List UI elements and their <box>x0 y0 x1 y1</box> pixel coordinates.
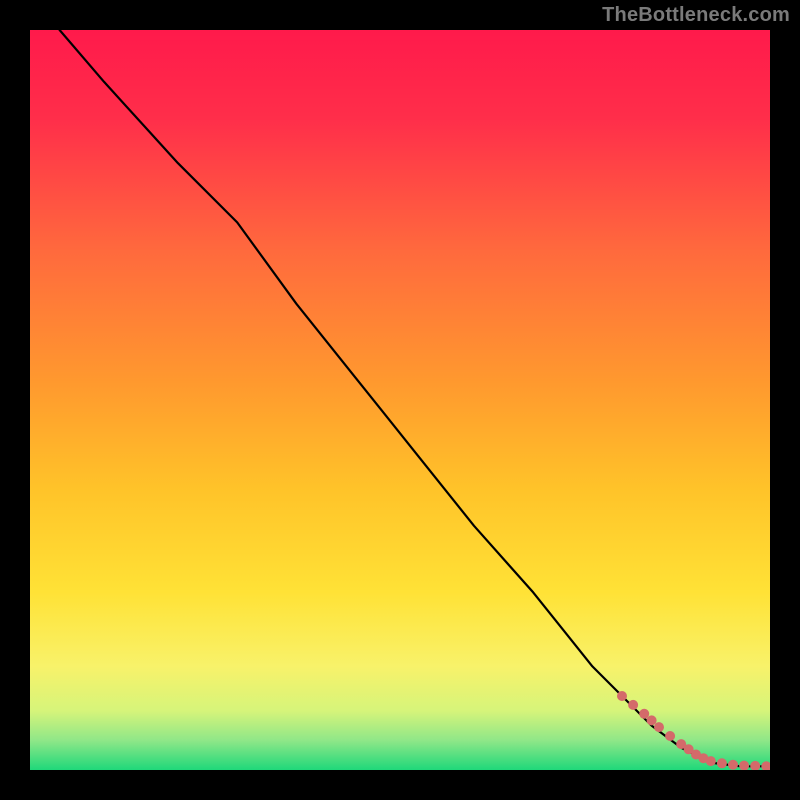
data-point <box>628 700 638 710</box>
chart-stage: TheBottleneck.com <box>0 0 800 800</box>
watermark-text: TheBottleneck.com <box>602 4 790 27</box>
data-point <box>728 760 738 770</box>
data-point <box>706 756 716 766</box>
data-point <box>717 758 727 768</box>
plot-background <box>30 30 770 770</box>
data-point <box>654 722 664 732</box>
chart-canvas <box>30 30 770 770</box>
data-point <box>617 691 627 701</box>
data-point <box>647 715 657 725</box>
data-point <box>665 731 675 741</box>
